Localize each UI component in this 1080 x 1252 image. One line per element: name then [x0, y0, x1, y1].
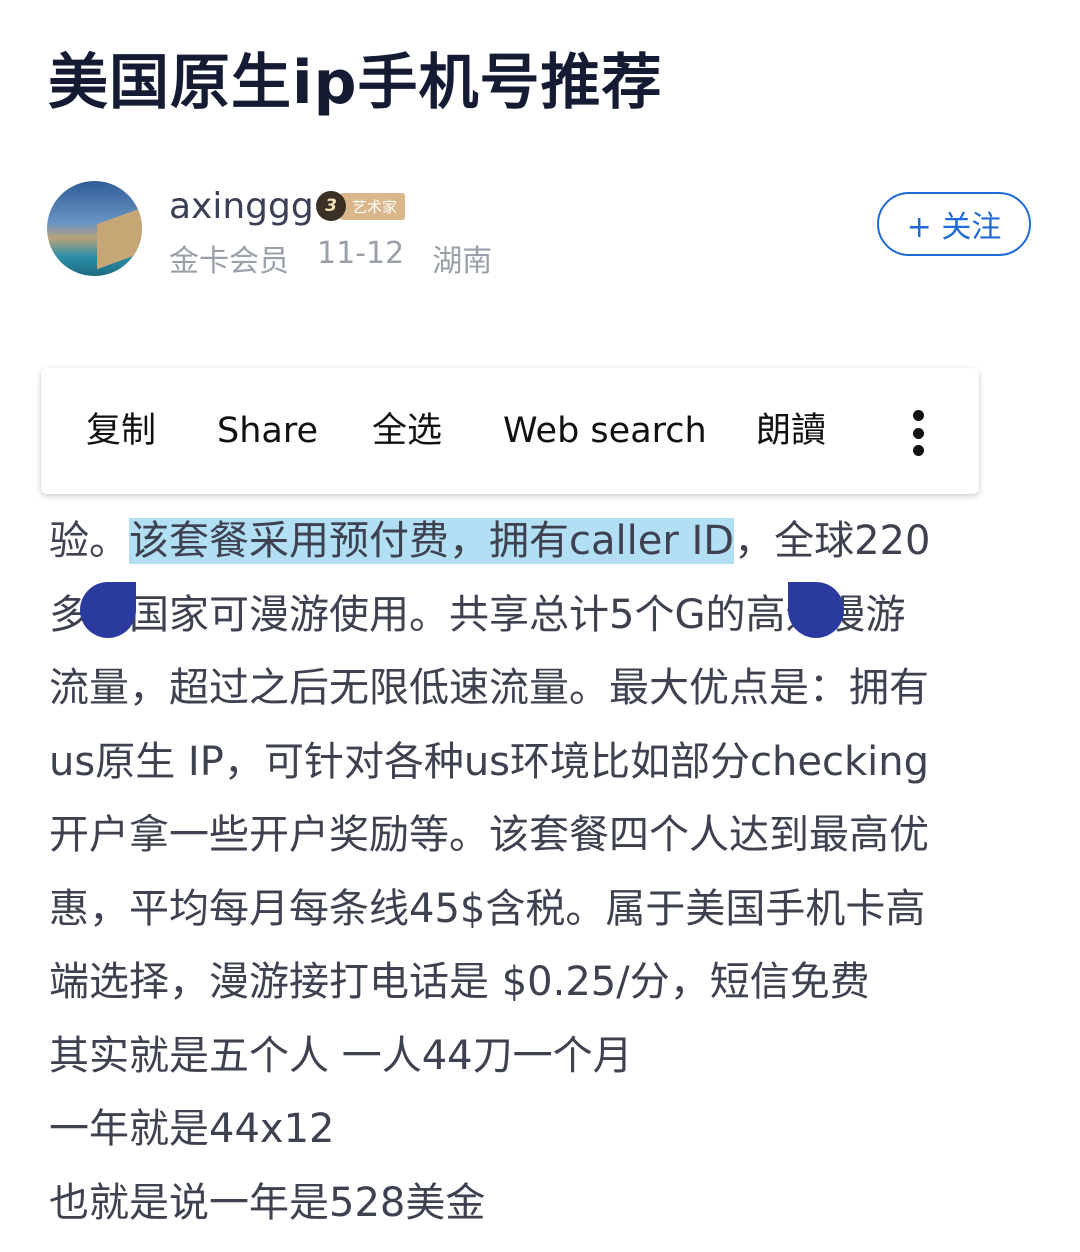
menu-item-share[interactable]: Share: [217, 368, 318, 494]
more-vertical-icon[interactable]: [912, 410, 924, 456]
content-line: 其实就是五个人 一人44刀一个月: [49, 1032, 633, 1079]
selection-handle-end[interactable]: [788, 582, 844, 638]
membership: 金卡会员: [169, 244, 289, 279]
badge-level: 3: [316, 191, 346, 221]
avatar[interactable]: [47, 181, 142, 276]
menu-item-select-all[interactable]: 全选: [372, 368, 442, 494]
menu-item-read-aloud[interactable]: 朗讀: [756, 368, 826, 494]
content-line: 也就是说一年是528美金: [49, 1179, 486, 1226]
level-badge: 3 艺术家: [316, 191, 406, 221]
author-name[interactable]: axinggg: [169, 186, 314, 227]
content-line: 惠，平均每月每条线45$含税。属于美国手机卡高: [49, 885, 926, 932]
content-line: us原生 IP，可针对各种us环境比如部分checking: [49, 738, 929, 785]
text-selection-menu: 复制 Share 全选 Web search 朗讀: [41, 368, 979, 494]
location: 湖南: [432, 244, 493, 279]
badge-label: 艺术家: [340, 192, 406, 220]
post-title: 美国原生ip手机号推荐: [48, 48, 663, 118]
avatar-image-detail: [97, 207, 142, 270]
content-line: 一年就是44x12: [49, 1106, 335, 1152]
selection-handle-start[interactable]: [80, 582, 136, 638]
content-line: 验。该套餐采用预付费，拥有caller ID，全球220: [49, 518, 931, 564]
content-line: 端选择，漫游接打电话是 $0.25/分，短信免费: [49, 959, 870, 1005]
menu-item-web-search[interactable]: Web search: [503, 368, 707, 494]
author-meta: 金卡会员 11-12 湖南: [169, 236, 492, 280]
selected-text[interactable]: 该套餐采用预付费，拥有caller ID: [129, 518, 735, 564]
menu-item-copy[interactable]: 复制: [86, 368, 156, 494]
content-line: 流量，超过之后无限低速流量。最大优点是：拥有: [49, 665, 929, 711]
post-date: 11-12: [317, 236, 405, 271]
content-line: 开户拿一些开户奖励等。该套餐四个人达到最高优: [49, 812, 929, 858]
follow-button[interactable]: + 关注: [877, 192, 1031, 256]
